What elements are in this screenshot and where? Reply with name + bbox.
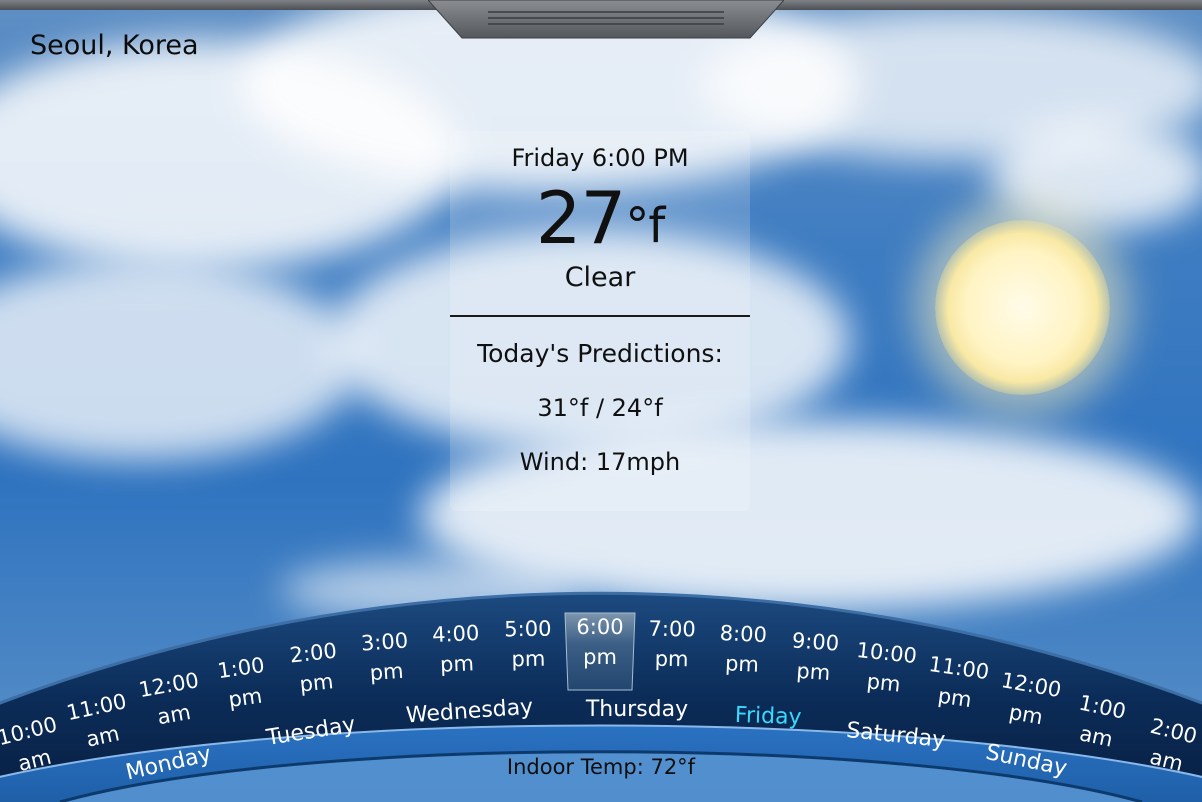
day-item-active[interactable]: Friday: [734, 703, 802, 730]
hour-period: pm: [583, 645, 617, 669]
hour-time: 2:00: [289, 639, 338, 668]
hour-period: pm: [298, 669, 334, 696]
hour-time: 5:00: [504, 617, 552, 642]
hour-period: pm: [725, 651, 760, 676]
hour-time: 8:00: [719, 621, 767, 647]
hour-period: pm: [936, 684, 973, 712]
time-dial[interactable]: 10:00am11:00am12:00am1:00pm2:00pm3:00pm4…: [0, 0, 1202, 802]
indoor-temp: Indoor Temp: 72°f: [506, 755, 696, 779]
hour-time: 3:00: [360, 628, 409, 655]
hour-time: 9:00: [791, 628, 840, 655]
hour-period: pm: [369, 659, 404, 685]
hour-period: pm: [440, 651, 475, 676]
hour-period: pm: [796, 659, 831, 685]
hour-period: pm: [227, 684, 264, 712]
day-item[interactable]: Thursday: [585, 697, 688, 722]
weather-background: Seoul, Korea Friday 6:00 PM 27°f Clear T…: [0, 0, 1202, 802]
hour-period: pm: [511, 647, 545, 672]
hour-time: 7:00: [648, 617, 696, 642]
hour-period: pm: [866, 669, 902, 696]
hour-time: 6:00: [576, 615, 623, 639]
hour-time: 4:00: [432, 621, 480, 647]
hour-period: pm: [654, 647, 688, 672]
